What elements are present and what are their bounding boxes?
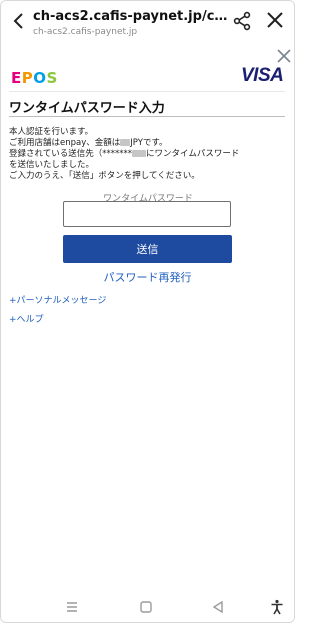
close-icon[interactable] [266, 11, 284, 29]
browser-url-domain: ch-acs2.cafis-paynet.jp [33, 27, 138, 37]
reissue-password-link[interactable]: パスワード再発行 [63, 269, 232, 285]
help-toggle[interactable]: +ヘルプ [9, 312, 44, 325]
submit-button[interactable]: 送信 [63, 235, 232, 263]
title-divider [9, 116, 285, 117]
message-line-3-suffix: にワンタイムパスワード [146, 149, 240, 159]
browser-url-title: ch-acs2.cafis-paynet.jp/creq/... [33, 9, 229, 24]
header-divider [9, 91, 285, 92]
masked-destination [132, 150, 146, 157]
personal-message-toggle[interactable]: +パーソナルメッセージ [9, 293, 106, 306]
home-icon[interactable] [138, 599, 154, 615]
menu-icon[interactable] [64, 599, 80, 615]
phone-screen: ch-acs2.cafis-paynet.jp/creq/... ch-acs2… [0, 0, 295, 623]
dialog-close-icon[interactable] [277, 49, 291, 63]
page-title: ワンタイムパスワード入力 [9, 101, 165, 116]
epos-letter-p: P [21, 69, 34, 87]
accessibility-icon[interactable] [269, 599, 285, 615]
share-icon[interactable] [232, 11, 252, 31]
epos-letter-e: E [11, 69, 22, 87]
visa-logo: VISA [241, 65, 284, 86]
back-triangle-icon[interactable] [210, 599, 226, 615]
system-nav-bar [1, 591, 294, 622]
otp-input[interactable] [63, 201, 231, 227]
back-arrow-icon[interactable] [9, 11, 29, 31]
message-line-5: ご入力のうえ、「送信」ボタンを押してください。 [9, 171, 200, 181]
epos-letter-o: O [33, 69, 47, 87]
browser-header: ch-acs2.cafis-paynet.jp/creq/... ch-acs2… [1, 1, 294, 45]
epos-letter-s: S [46, 69, 58, 87]
masked-amount [120, 139, 131, 146]
epos-logo: EPOS [11, 69, 58, 87]
